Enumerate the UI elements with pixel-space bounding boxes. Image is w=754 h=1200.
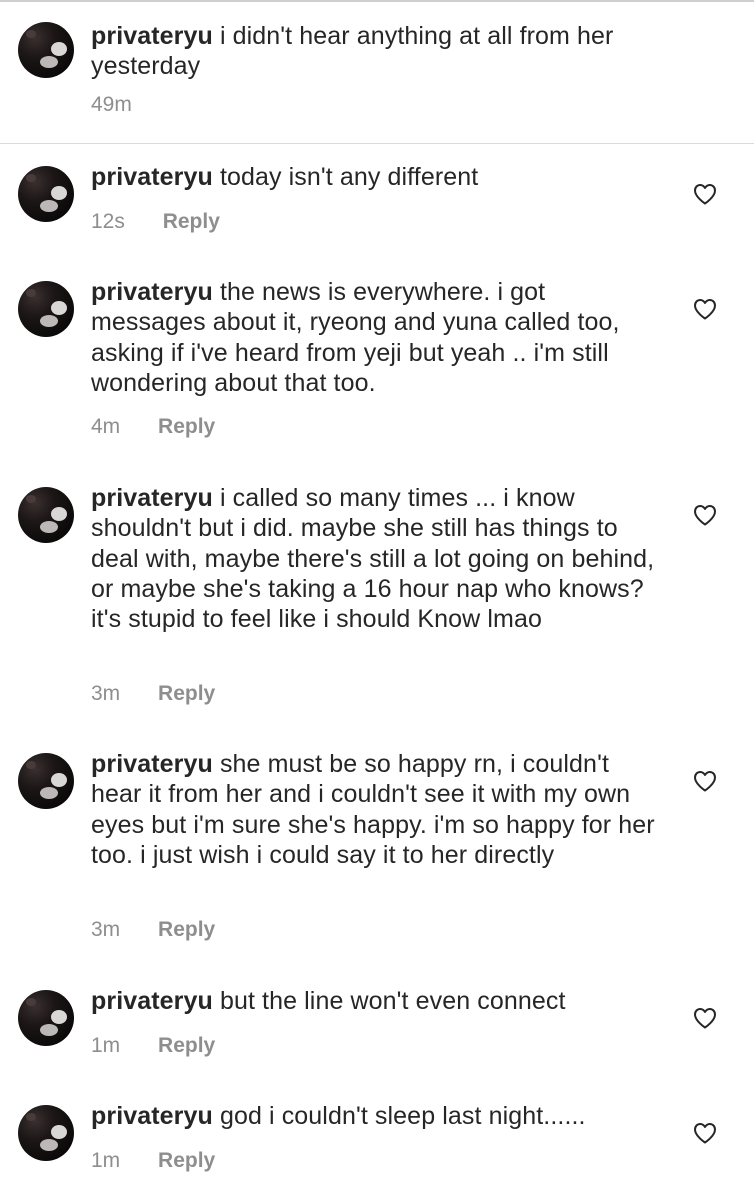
caption-block: privateryu i didn't hear anything at all… — [0, 0, 754, 144]
timestamp: 4m — [91, 415, 121, 438]
comment-body: but the line won't even connect — [219, 987, 566, 1015]
heart-outline-icon[interactable] — [693, 504, 717, 526]
reply-button[interactable]: Reply — [158, 414, 215, 440]
heart-outline-icon[interactable] — [693, 298, 717, 320]
username[interactable]: privateryu — [91, 22, 213, 50]
avatar[interactable] — [18, 753, 74, 809]
timestamp: 3m — [91, 682, 121, 705]
comment-meta: 3m Reply — [91, 917, 215, 943]
comment-text: privateryu god i couldn't sleep last nig… — [91, 1101, 666, 1131]
username[interactable]: privateryu — [91, 1102, 213, 1130]
heart-outline-icon[interactable] — [693, 1007, 717, 1029]
reply-button[interactable]: Reply — [163, 209, 220, 235]
comment-body: god i couldn't sleep last night...... — [219, 1102, 586, 1130]
avatar[interactable] — [18, 22, 74, 78]
comment-text: privateryu today isn't any different — [91, 162, 666, 192]
username[interactable]: privateryu — [91, 163, 213, 191]
avatar[interactable] — [18, 487, 74, 543]
username[interactable]: privateryu — [91, 484, 213, 512]
comment-text: privateryu the news is everywhere. i got… — [91, 277, 666, 398]
comment-text: privateryu i called so many times ... i … — [91, 483, 666, 634]
comment-text: privateryu she must be so happy rn, i co… — [91, 749, 666, 870]
avatar[interactable] — [18, 1105, 74, 1161]
timestamp: 1m — [91, 1149, 121, 1172]
avatar[interactable] — [18, 281, 74, 337]
timestamp: 49m — [91, 93, 132, 116]
comment-meta: 3m Reply — [91, 681, 215, 707]
timestamp: 12s — [91, 210, 125, 233]
reply-button[interactable]: Reply — [158, 1033, 215, 1059]
reply-button[interactable]: Reply — [158, 1148, 215, 1174]
caption-text: privateryu i didn't hear anything at all… — [91, 21, 666, 82]
comment-body: today isn't any different — [219, 163, 479, 191]
comment-meta: 4m Reply — [91, 414, 215, 440]
timestamp: 1m — [91, 1034, 121, 1057]
avatar[interactable] — [18, 166, 74, 222]
reply-button[interactable]: Reply — [158, 681, 215, 707]
caption-meta: 49m — [91, 92, 132, 118]
timestamp: 3m — [91, 918, 121, 941]
comment-meta: 1m Reply — [91, 1033, 215, 1059]
username[interactable]: privateryu — [91, 278, 213, 306]
username[interactable]: privateryu — [91, 750, 213, 778]
heart-outline-icon[interactable] — [693, 183, 717, 205]
comment-meta: 12s Reply — [91, 209, 220, 235]
reply-button[interactable]: Reply — [158, 917, 215, 943]
username[interactable]: privateryu — [91, 987, 213, 1015]
avatar[interactable] — [18, 990, 74, 1046]
heart-outline-icon[interactable] — [693, 770, 717, 792]
comment-text: privateryu but the line won't even conne… — [91, 986, 666, 1016]
comment-meta: 1m Reply — [91, 1148, 215, 1174]
heart-outline-icon[interactable] — [693, 1122, 717, 1144]
